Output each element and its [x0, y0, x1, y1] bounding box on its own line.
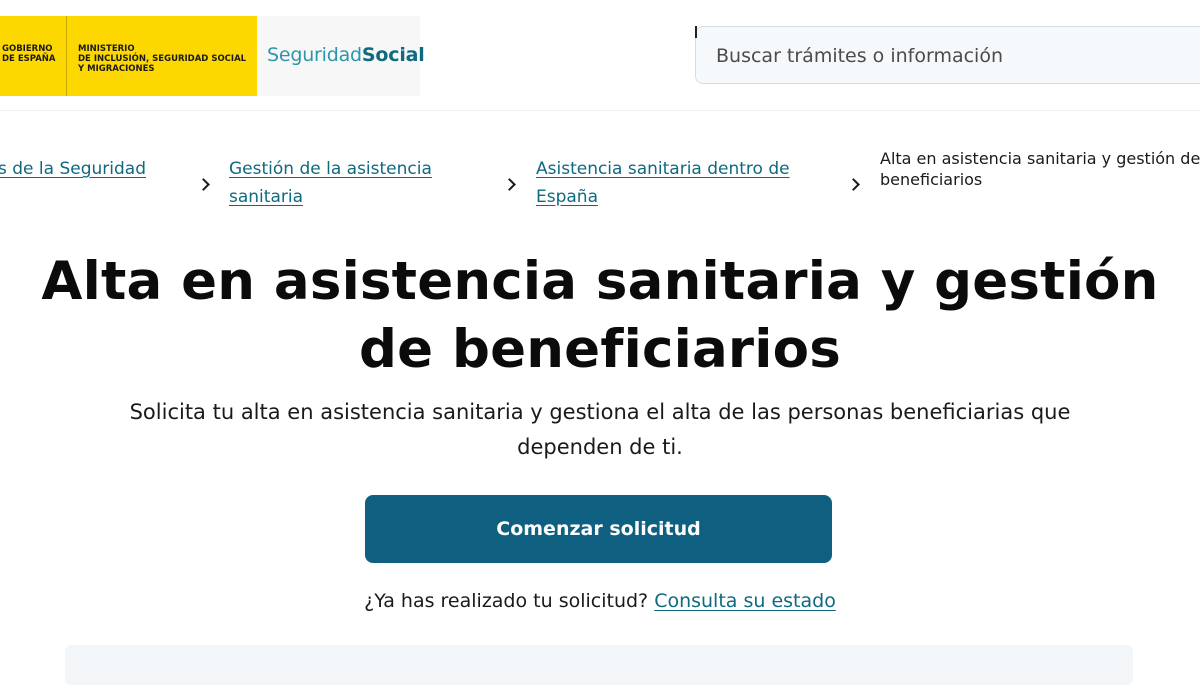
logo-divider: [66, 16, 67, 96]
chevron-right-icon: [197, 178, 210, 191]
page-subtitle-line2: dependen de ti.: [517, 435, 683, 459]
breadcrumb-current: Alta en asistencia sanitaria y gestión d…: [880, 148, 1200, 190]
page-title-line1: Alta en asistencia sanitaria y gestión: [41, 251, 1159, 312]
breadcrumb-link-gestion[interactable]: Gestión de la asistencia sanitaria: [229, 155, 432, 211]
chevron-right-icon: [847, 178, 860, 191]
government-logo[interactable]: GOBIERNO DE ESPAÑA MINISTERIO DE INCLUSI…: [0, 16, 257, 96]
breadcrumb-link-gestion-line1: Gestión de la asistencia: [229, 159, 432, 179]
page-title: Alta en asistencia sanitaria y gestión d…: [40, 248, 1160, 384]
chevron-right-icon: [503, 178, 516, 191]
check-status-link[interactable]: Consulta su estado: [654, 590, 836, 612]
breadcrumb-link-asistencia[interactable]: Asistencia sanitaria dentro de España: [536, 155, 790, 211]
content-panel: [65, 645, 1133, 685]
breadcrumb-link-gestion-line2: sanitaria: [229, 187, 303, 207]
ss-logo-bold: Social: [361, 44, 425, 66]
text-cursor-icon: [695, 26, 697, 38]
breadcrumb-link-asistencia-line1: Asistencia sanitaria dentro de: [536, 159, 790, 179]
breadcrumb-current-line2: beneficiarios: [880, 170, 983, 189]
page-title-line2: de beneficiarios: [359, 319, 841, 380]
gov-label-text: GOBIERNO DE ESPAÑA: [2, 44, 56, 64]
breadcrumb-link-asistencia-line2: España: [536, 187, 598, 207]
breadcrumb-link-seguridad-text: s de la Seguridad: [0, 159, 146, 179]
breadcrumb-link-seguridad[interactable]: s de la Seguridad: [0, 155, 146, 183]
ss-logo-text: SeguridadSocial: [267, 44, 425, 66]
status-check-line: ¿Ya has realizado tu solicitud? Consulta…: [0, 588, 1200, 614]
gov-label: GOBIERNO DE ESPAÑA: [0, 44, 66, 64]
ministry-label-text: MINISTERIO DE INCLUSIÓN, SEGURIDAD SOCIA…: [78, 44, 247, 74]
seguridad-social-logo[interactable]: SeguridadSocial: [257, 16, 425, 96]
start-application-button[interactable]: Comenzar solicitud: [365, 495, 832, 563]
ss-logo-light: Seguridad: [267, 44, 362, 66]
search-box[interactable]: [695, 26, 1200, 84]
status-question: ¿Ya has realizado tu solicitud?: [364, 590, 649, 612]
page-subtitle-line1: Solicita tu alta en asistencia sanitaria…: [129, 400, 1071, 424]
site-header: GOBIERNO DE ESPAÑA MINISTERIO DE INCLUSI…: [0, 0, 1200, 111]
page-subtitle: Solicita tu alta en asistencia sanitaria…: [90, 395, 1110, 465]
search-input[interactable]: [716, 42, 1196, 70]
breadcrumb-current-line1: Alta en asistencia sanitaria y gestión d…: [880, 149, 1200, 168]
ministry-label: MINISTERIO DE INCLUSIÓN, SEGURIDAD SOCIA…: [78, 44, 253, 74]
